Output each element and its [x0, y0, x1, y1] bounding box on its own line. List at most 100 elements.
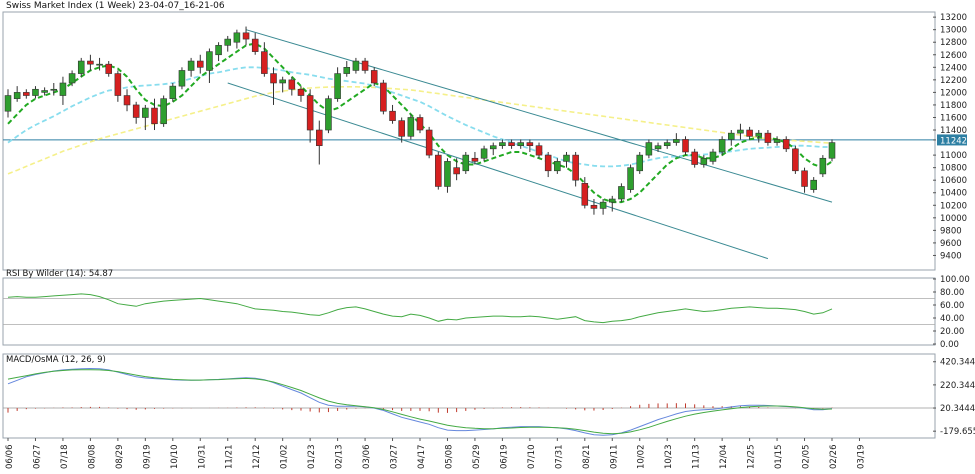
candle-body: [13, 92, 21, 99]
macd-tick-label: 20.34442: [940, 404, 975, 414]
price-tick-label: 10200: [940, 201, 967, 211]
candle-body: [691, 151, 698, 165]
candle-body: [398, 120, 405, 137]
price-tick-label: 12800: [940, 38, 967, 48]
macd-tick-label: 220.3444: [940, 381, 975, 391]
candle-body: [4, 95, 12, 112]
candle-up: [462, 151, 470, 174]
x-tick-label: 03/27: [390, 445, 400, 470]
price-marker-label: 11242: [940, 136, 967, 146]
candle-up: [178, 67, 186, 90]
candle-body: [819, 157, 827, 175]
candle-body: [599, 201, 607, 209]
rsi-panel: [2, 277, 936, 346]
macd-panel: [2, 353, 936, 439]
x-tick-label: 10/10: [170, 445, 180, 470]
x-tick-label: 01/15: [774, 445, 784, 470]
candle-body: [508, 142, 515, 147]
candle-body: [489, 145, 497, 150]
x-tick-label: 05/29: [472, 445, 482, 470]
x-tick-label: 01/23: [307, 445, 317, 470]
x-tick-label: 07/31: [554, 445, 564, 470]
candle-body: [654, 145, 662, 150]
candle-body: [453, 167, 460, 175]
x-tick-label: 04/17: [417, 445, 427, 470]
candle-body: [187, 60, 195, 71]
candle-body: [407, 117, 415, 137]
price-tick-label: 10600: [940, 176, 967, 186]
candle-body: [764, 132, 772, 143]
candle-body: [581, 183, 589, 206]
candle-body: [563, 154, 570, 162]
price-tick-label: 13000: [940, 26, 967, 36]
candle-body: [233, 32, 241, 43]
candle-body: [645, 142, 653, 156]
candle-body: [728, 132, 735, 140]
candle-body: [279, 79, 286, 84]
candle-body: [105, 63, 112, 74]
candle-up: [636, 151, 644, 174]
candle-body: [270, 73, 277, 84]
candle-body: [206, 51, 213, 71]
candle-body: [380, 82, 387, 112]
candle-down: [425, 126, 433, 159]
x-tick-label: 02/26: [829, 445, 839, 470]
x-tick-label: 03/06: [362, 445, 372, 470]
candle-down: [792, 145, 799, 174]
candle-body: [242, 32, 250, 40]
x-tick-label: 10/31: [197, 445, 207, 470]
candle-body: [608, 198, 616, 203]
candle-down: [435, 151, 442, 190]
candle-body: [700, 157, 708, 165]
chart-window: 13200 13000 12800 12600 12400 12200 12000 11800…: [0, 0, 975, 470]
candle-body: [663, 142, 671, 147]
x-tick-label: 12/04: [719, 445, 729, 470]
candle-body: [178, 70, 186, 87]
x-tick-label: 03/19: [856, 445, 866, 470]
candle-body: [801, 170, 808, 187]
price-tick-label: 13200: [940, 13, 967, 23]
x-tick-label: 10/02: [637, 445, 647, 470]
price-tick-label: 11600: [940, 113, 967, 123]
x-tick-label: 09/11: [609, 445, 619, 470]
price-tick-label: 11800: [940, 101, 967, 111]
candle-body: [425, 129, 433, 156]
candle-body: [132, 104, 140, 118]
candle-body: [755, 132, 763, 137]
price-tick-label: 9600: [940, 239, 962, 249]
candle-body: [370, 70, 378, 84]
candle-body: [499, 142, 506, 147]
x-tick-label: 08/21: [582, 445, 592, 470]
chart-title: Swiss Market Index (1 Week) 23-04-07_16-…: [6, 1, 225, 11]
candle-body: [673, 139, 680, 143]
price-tick-label: 9400: [940, 251, 962, 261]
candle-body: [151, 107, 158, 125]
candle-up: [627, 164, 634, 193]
price-tick-label: 12200: [940, 76, 967, 86]
candle-body: [636, 154, 644, 172]
x-tick-label: 10/23: [664, 445, 674, 470]
x-tick-label: 05/08: [444, 445, 454, 470]
candle-body: [773, 139, 781, 143]
candle-body: [517, 142, 524, 147]
candle-body: [590, 204, 598, 209]
candle-up: [325, 95, 332, 134]
candle-body: [361, 60, 369, 71]
candle-body: [251, 38, 259, 52]
chart-canvas: 13200 13000 12800 12600 12400 12200 12000 11800…: [0, 0, 975, 470]
candle-body: [627, 167, 634, 190]
x-tick-label: 11/21: [225, 445, 235, 470]
candle-down: [380, 79, 387, 115]
price-tick-label: 12600: [940, 51, 967, 61]
candle-body: [288, 79, 296, 90]
candle-up: [819, 155, 827, 178]
price-tick-label: 9800: [940, 226, 962, 236]
candle-body: [96, 63, 103, 66]
price-tick-label: 12400: [940, 63, 967, 73]
candle-body: [444, 161, 451, 187]
rsi-tick-label: 60.00: [940, 301, 964, 311]
candle-body: [544, 154, 552, 172]
x-tick-label: 12/25: [747, 445, 757, 470]
candle-body: [50, 88, 58, 91]
macd-title: MACD/OsMA (12, 26, 9): [6, 355, 106, 365]
